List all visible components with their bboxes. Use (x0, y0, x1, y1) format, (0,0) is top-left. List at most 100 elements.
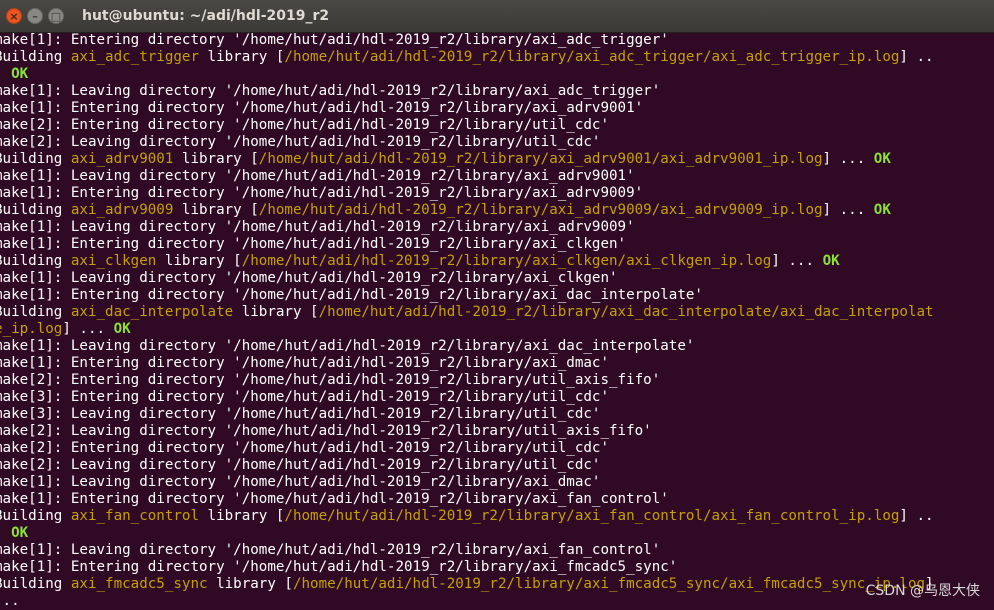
highlighted-text: axi_dac_interpolate (70, 304, 234, 320)
terminal-line: make[1]: Leaving directory '/home/hut/ad… (0, 542, 994, 559)
line-text: ] .. (899, 49, 934, 65)
line-text: library [ (207, 576, 293, 592)
minimize-button[interactable]: – (27, 8, 43, 24)
terminal-line: make[1]: Leaving directory '/home/hut/ad… (0, 83, 994, 100)
line-text: make[1]: Leaving directory '/home/hut/ad… (0, 338, 695, 354)
line-text: make[1]: Leaving directory '/home/hut/ad… (0, 474, 601, 490)
window-titlebar[interactable]: × – □ hut@ubuntu: ~/adi/hdl-2019_r2 (0, 0, 994, 33)
terminal-line: ... (0, 593, 994, 610)
terminal-line: . OK (0, 525, 994, 542)
line-text: make[2]: Leaving directory '/home/hut/ad… (0, 457, 601, 473)
terminal-line: Building axi_adrv9001 library [/home/hut… (0, 151, 994, 168)
terminal-line: make[2]: Leaving directory '/home/hut/ad… (0, 134, 994, 151)
line-text: make[1]: Entering directory '/home/hut/a… (0, 185, 644, 201)
terminal-line: Building axi_dac_interpolate library [/h… (0, 304, 994, 321)
terminal-line: Building axi_fan_control library [/home/… (0, 508, 994, 525)
highlighted-text: /home/hut/adi/hdl-2019_r2/library/axi_fa… (284, 508, 900, 524)
ok-status: OK (873, 202, 891, 218)
highlighted-text: e_ip.log (0, 321, 63, 337)
terminal-line: make[2]: Entering directory '/home/hut/a… (0, 440, 994, 457)
terminal-line: make[1]: Leaving directory '/home/hut/ad… (0, 219, 994, 236)
terminal-line: make[1]: Entering directory '/home/hut/a… (0, 287, 994, 304)
highlighted-text: axi_fmcadc5_sync (70, 576, 208, 592)
highlighted-text: axi_adc_trigger (70, 49, 199, 65)
terminal-line: Building axi_fmcadc5_sync library [/home… (0, 576, 994, 593)
highlighted-text: /home/hut/adi/hdl-2019_r2/library/axi_cl… (241, 253, 772, 269)
line-text: make[1]: Leaving directory '/home/hut/ad… (0, 219, 635, 235)
line-text: Building (0, 576, 71, 592)
line-text: ] .. (899, 508, 934, 524)
line-text: Building (0, 151, 71, 167)
terminal-line: make[2]: Leaving directory '/home/hut/ad… (0, 423, 994, 440)
highlighted-text: /home/hut/adi/hdl-2019_r2/library/axi_fm… (292, 576, 926, 592)
terminal-line: make[1]: Entering directory '/home/hut/a… (0, 236, 994, 253)
line-text: make[2]: Entering directory '/home/hut/a… (0, 372, 661, 388)
line-text: Building (0, 202, 71, 218)
terminal-line: make[3]: Leaving directory '/home/hut/ad… (0, 406, 994, 423)
terminal-output[interactable]: make[1]: Entering directory '/home/hut/a… (0, 32, 994, 610)
terminal-line: Building axi_adrv9009 library [/home/hut… (0, 202, 994, 219)
terminal-line: . OK (0, 66, 994, 83)
line-text: make[3]: Leaving directory '/home/hut/ad… (0, 406, 601, 422)
line-text: Building (0, 508, 71, 524)
line-text: make[1]: Entering directory '/home/hut/a… (0, 559, 678, 575)
line-text: library [ (199, 49, 285, 65)
terminal-line: Building axi_adc_trigger library [/home/… (0, 49, 994, 66)
ok-status: OK (873, 151, 891, 167)
line-text: library [ (156, 253, 242, 269)
terminal-line: make[1]: Entering directory '/home/hut/a… (0, 355, 994, 372)
line-text: ... (0, 593, 20, 609)
line-text: make[1]: Entering directory '/home/hut/a… (0, 491, 669, 507)
line-text: make[1]: Leaving directory '/home/hut/ad… (0, 168, 635, 184)
line-text: make[1]: Entering directory '/home/hut/a… (0, 236, 627, 252)
terminal-line: make[1]: Entering directory '/home/hut/a… (0, 491, 994, 508)
line-text: library [ (173, 151, 259, 167)
terminal-line: make[1]: Entering directory '/home/hut/a… (0, 185, 994, 202)
terminal-line: make[1]: Entering directory '/home/hut/a… (0, 32, 994, 49)
terminal-line: make[2]: Entering directory '/home/hut/a… (0, 372, 994, 389)
line-text: make[1]: Entering directory '/home/hut/a… (0, 355, 609, 371)
line-text: ] ... (822, 151, 874, 167)
line-text: make[1]: Leaving directory '/home/hut/ad… (0, 83, 661, 99)
line-text: library [ (173, 202, 259, 218)
line-text: make[1]: Leaving directory '/home/hut/ad… (0, 542, 661, 558)
close-button[interactable]: × (6, 8, 22, 24)
line-text: make[1]: Entering directory '/home/hut/a… (0, 287, 703, 303)
ok-status: OK (11, 525, 29, 541)
line-text: make[2]: Leaving directory '/home/hut/ad… (0, 423, 652, 439)
line-text: make[2]: Entering directory '/home/hut/a… (0, 117, 609, 133)
highlighted-text: axi_adrv9001 (70, 151, 174, 167)
ok-status: OK (822, 253, 840, 269)
highlighted-text: /home/hut/adi/hdl-2019_r2/library/axi_da… (318, 304, 934, 320)
terminal-line: make[1]: Leaving directory '/home/hut/ad… (0, 474, 994, 491)
line-text: make[2]: Entering directory '/home/hut/a… (0, 440, 609, 456)
terminal-line: make[1]: Leaving directory '/home/hut/ad… (0, 168, 994, 185)
line-text: Building (0, 253, 71, 269)
terminal-line: make[1]: Entering directory '/home/hut/a… (0, 559, 994, 576)
watermark: CSDN @乌恩大侠 (865, 583, 980, 599)
highlighted-text: axi_fan_control (70, 508, 199, 524)
line-text: . (0, 66, 11, 82)
highlighted-text: axi_clkgen (70, 253, 157, 269)
ok-status: OK (11, 66, 29, 82)
terminal-line: make[2]: Leaving directory '/home/hut/ad… (0, 457, 994, 474)
terminal-line: make[1]: Leaving directory '/home/hut/ad… (0, 270, 994, 287)
maximize-button[interactable]: □ (48, 8, 64, 24)
terminal-line: e_ip.log] ... OK (0, 321, 994, 338)
line-text: . (0, 525, 11, 541)
line-text: make[1]: Entering directory '/home/hut/a… (0, 100, 644, 116)
line-text: make[1]: Leaving directory '/home/hut/ad… (0, 270, 618, 286)
line-text: make[2]: Leaving directory '/home/hut/ad… (0, 134, 601, 150)
terminal-line: Building axi_clkgen library [/home/hut/a… (0, 253, 994, 270)
window-controls: × – □ (6, 8, 64, 24)
highlighted-text: /home/hut/adi/hdl-2019_r2/library/axi_ad… (258, 202, 823, 218)
terminal-line: make[1]: Leaving directory '/home/hut/ad… (0, 338, 994, 355)
line-text: ] ... (822, 202, 874, 218)
terminal-line: make[2]: Entering directory '/home/hut/a… (0, 117, 994, 134)
line-text: ] ... (62, 321, 114, 337)
terminal-line: make[1]: Entering directory '/home/hut/a… (0, 100, 994, 117)
terminal-line: make[3]: Entering directory '/home/hut/a… (0, 389, 994, 406)
highlighted-text: axi_adrv9009 (70, 202, 174, 218)
line-text: make[3]: Entering directory '/home/hut/a… (0, 389, 609, 405)
line-text: Building (0, 49, 71, 65)
